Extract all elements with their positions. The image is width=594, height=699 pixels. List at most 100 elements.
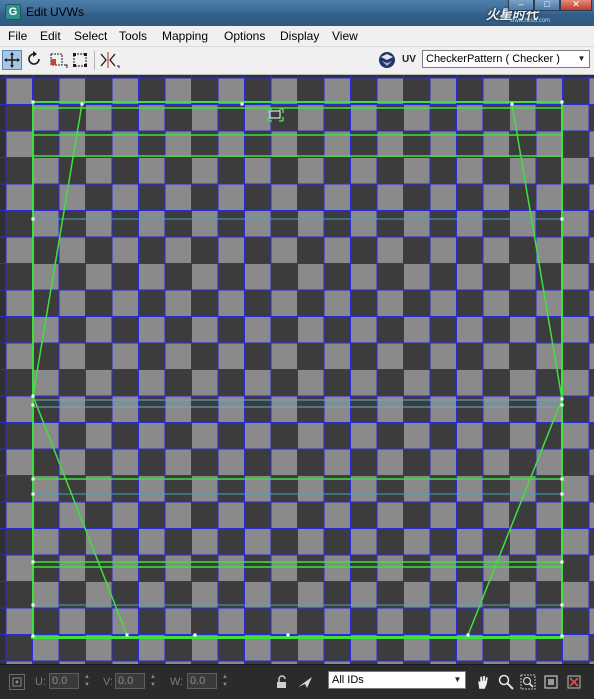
w-spinner[interactable]: ▲ ▼ [220, 673, 230, 689]
checker-cell [297, 528, 324, 555]
zoom-button[interactable] [498, 674, 514, 690]
uv-vertex[interactable] [31, 100, 35, 104]
zoom-region-button[interactable] [520, 674, 536, 690]
checker-cell [403, 343, 430, 370]
checker-cell [85, 608, 112, 635]
uv-vertex[interactable] [31, 403, 35, 407]
map-select-dropdown[interactable]: CheckerPattern ( Checker ) ▼ [422, 50, 590, 68]
paint-select-button[interactable] [297, 674, 313, 690]
checker-cell [244, 263, 271, 290]
uv-vertex[interactable] [31, 394, 35, 398]
uv-vertex[interactable] [31, 634, 35, 638]
checker-cell [165, 157, 192, 184]
u-coordinate-field[interactable]: 0.0 [49, 673, 79, 689]
checker-cell [297, 263, 324, 290]
uv-vertex[interactable] [240, 102, 244, 106]
uv-vertex[interactable] [31, 492, 35, 496]
uv-vertex[interactable] [31, 477, 35, 481]
minimize-button[interactable]: – [508, 0, 534, 11]
checker-cell [350, 581, 377, 608]
checker-cell [85, 502, 112, 529]
v-coordinate-field[interactable]: 0.0 [115, 673, 145, 689]
menu-tools[interactable]: Tools [119, 29, 147, 43]
checker-cell [377, 263, 404, 290]
v-spinner[interactable]: ▲ ▼ [148, 673, 158, 689]
uv-vertex[interactable] [560, 634, 564, 638]
checker-cell [6, 449, 33, 476]
menu-view[interactable]: View [332, 29, 358, 43]
uv-vertex[interactable] [560, 560, 564, 564]
uv-vertex[interactable] [560, 403, 564, 407]
uv-vertex[interactable] [560, 603, 564, 607]
window-title: Edit UVWs [26, 5, 85, 19]
menu-display[interactable]: Display [280, 29, 319, 43]
lock-selection-button[interactable] [274, 674, 290, 690]
checker-cell [165, 316, 192, 343]
move-tool-button[interactable] [2, 50, 22, 70]
checker-cell [138, 608, 165, 635]
checker-cell [165, 210, 192, 237]
checker-cell [112, 369, 139, 396]
menu-edit[interactable]: Edit [40, 29, 61, 43]
uv-vertex[interactable] [560, 397, 564, 401]
uv-vertex[interactable] [31, 217, 35, 221]
w-coordinate-field[interactable]: 0.0 [187, 673, 217, 689]
checker-cell [191, 581, 218, 608]
checker-cell [536, 157, 563, 184]
checker-cell [403, 78, 430, 105]
absolute-mode-button[interactable] [9, 674, 25, 690]
checker-cell [297, 369, 324, 396]
uv-vertex[interactable] [193, 633, 197, 637]
checker-cell [59, 502, 86, 529]
checker-cell [32, 555, 59, 582]
zoom-extents-button[interactable] [543, 674, 559, 690]
uv-vertex[interactable] [560, 217, 564, 221]
uv-editor-viewport[interactable] [0, 75, 594, 664]
uv-vertex[interactable] [31, 603, 35, 607]
uv-bottom-edge[interactable] [31, 636, 564, 639]
checker-cell [403, 502, 430, 529]
uv-vertex[interactable] [80, 102, 84, 106]
menu-file[interactable]: File [8, 29, 27, 43]
checker-cell [456, 290, 483, 317]
scale-tool-button[interactable] [48, 50, 68, 70]
rotate-tool-button[interactable] [25, 50, 45, 70]
checker-cell [350, 210, 377, 237]
checker-cell [456, 581, 483, 608]
show-map-button[interactable] [377, 50, 397, 70]
uv-vertex[interactable] [560, 477, 564, 481]
mirror-tool-button[interactable] [98, 50, 120, 70]
w-label: W: [170, 676, 184, 688]
checker-cell [271, 528, 298, 555]
mirror-tool-icon [100, 52, 120, 68]
menu-select[interactable]: Select [74, 29, 107, 43]
uv-vertex[interactable] [510, 102, 514, 106]
u-spinner[interactable]: ▲ ▼ [82, 673, 92, 689]
checker-cell [244, 290, 271, 317]
uv-vertex[interactable] [31, 560, 35, 564]
menu-options[interactable]: Options [224, 29, 265, 43]
checker-cell [218, 237, 245, 264]
uv-canvas[interactable] [0, 75, 594, 664]
maximize-button[interactable]: □ [534, 0, 560, 11]
checker-cell [456, 157, 483, 184]
close-button[interactable]: ✕ [560, 0, 592, 11]
checker-cell [562, 263, 589, 290]
checker-cell [562, 131, 589, 158]
checker-cell [59, 608, 86, 635]
pan-button[interactable] [475, 674, 491, 690]
material-ids-dropdown[interactable]: All IDs ▼ [328, 671, 466, 689]
uv-vertex[interactable] [466, 633, 470, 637]
snap-toggle-button[interactable] [566, 674, 582, 690]
freeform-tool-button[interactable] [71, 50, 91, 70]
uv-vertex[interactable] [560, 492, 564, 496]
checker-cell [324, 184, 351, 211]
checker-cell [350, 449, 377, 476]
uv-vertex[interactable] [286, 633, 290, 637]
checker-cell [456, 422, 483, 449]
checker-cell [85, 290, 112, 317]
menu-mapping[interactable]: Mapping [162, 29, 208, 43]
checker-cell [85, 184, 112, 211]
uv-vertex[interactable] [560, 100, 564, 104]
uv-vertex[interactable] [125, 633, 129, 637]
